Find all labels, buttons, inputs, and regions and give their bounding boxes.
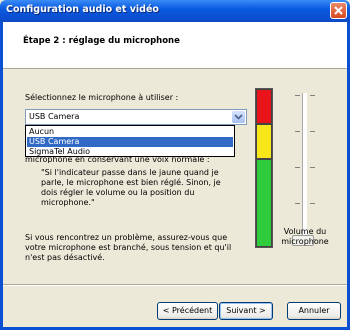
microphone-option-aucun[interactable]: Aucun [27, 127, 233, 137]
audio-video-setup-dialog: Configuration audio et vidéo Étape 2 : r… [0, 0, 350, 330]
slider-tick [295, 95, 300, 96]
next-button[interactable]: Suivant > [219, 302, 273, 320]
wizard-header: Étape 2 : réglage du microphone [3, 22, 347, 69]
slider-tick [295, 131, 300, 132]
back-button[interactable]: < Précédent [157, 302, 218, 320]
microphone-select[interactable]: USB Camera [25, 109, 247, 125]
slider-tick [295, 167, 300, 168]
wizard-content: Sélectionnez le microphone à utiliser : … [3, 69, 347, 284]
title-bar: Configuration audio et vidéo [0, 0, 350, 22]
volume-slider-track[interactable] [302, 93, 307, 243]
meter-yellow-zone [257, 125, 271, 158]
meter-red-zone [257, 90, 271, 123]
volume-meter [255, 88, 273, 248]
meter-green-zone [257, 160, 271, 246]
chevron-down-icon [234, 114, 243, 120]
close-icon [334, 6, 343, 15]
footer-separator [3, 284, 347, 286]
help-text: Si vous rencontrez un problème, assurez-… [25, 233, 232, 262]
step-title: Étape 2 : réglage du microphone [23, 36, 180, 46]
microphone-option-sigmatel-audio[interactable]: SigmaTel Audio [27, 147, 233, 157]
slider-tick [310, 131, 315, 132]
instruction-quote: "Si l'indicateur passe dans le jaune qua… [41, 168, 221, 207]
microphone-select-value: USB Camera [29, 112, 80, 121]
volume-label: Volume du microphone [281, 227, 329, 246]
slider-tick [295, 203, 300, 204]
window-title: Configuration audio et vidéo [6, 4, 159, 15]
slider-tick [310, 95, 315, 96]
cancel-button[interactable]: Annuler [287, 302, 341, 320]
slider-tick [310, 167, 315, 168]
microphone-options-list: Aucun USB Camera SigmaTel Audio [25, 125, 235, 157]
microphone-select-label: Sélectionnez le microphone à utiliser : [25, 93, 179, 102]
dropdown-toggle-button[interactable] [232, 111, 245, 123]
microphone-option-usb-camera[interactable]: USB Camera [27, 137, 233, 147]
slider-tick [310, 203, 315, 204]
close-button[interactable] [330, 2, 347, 19]
